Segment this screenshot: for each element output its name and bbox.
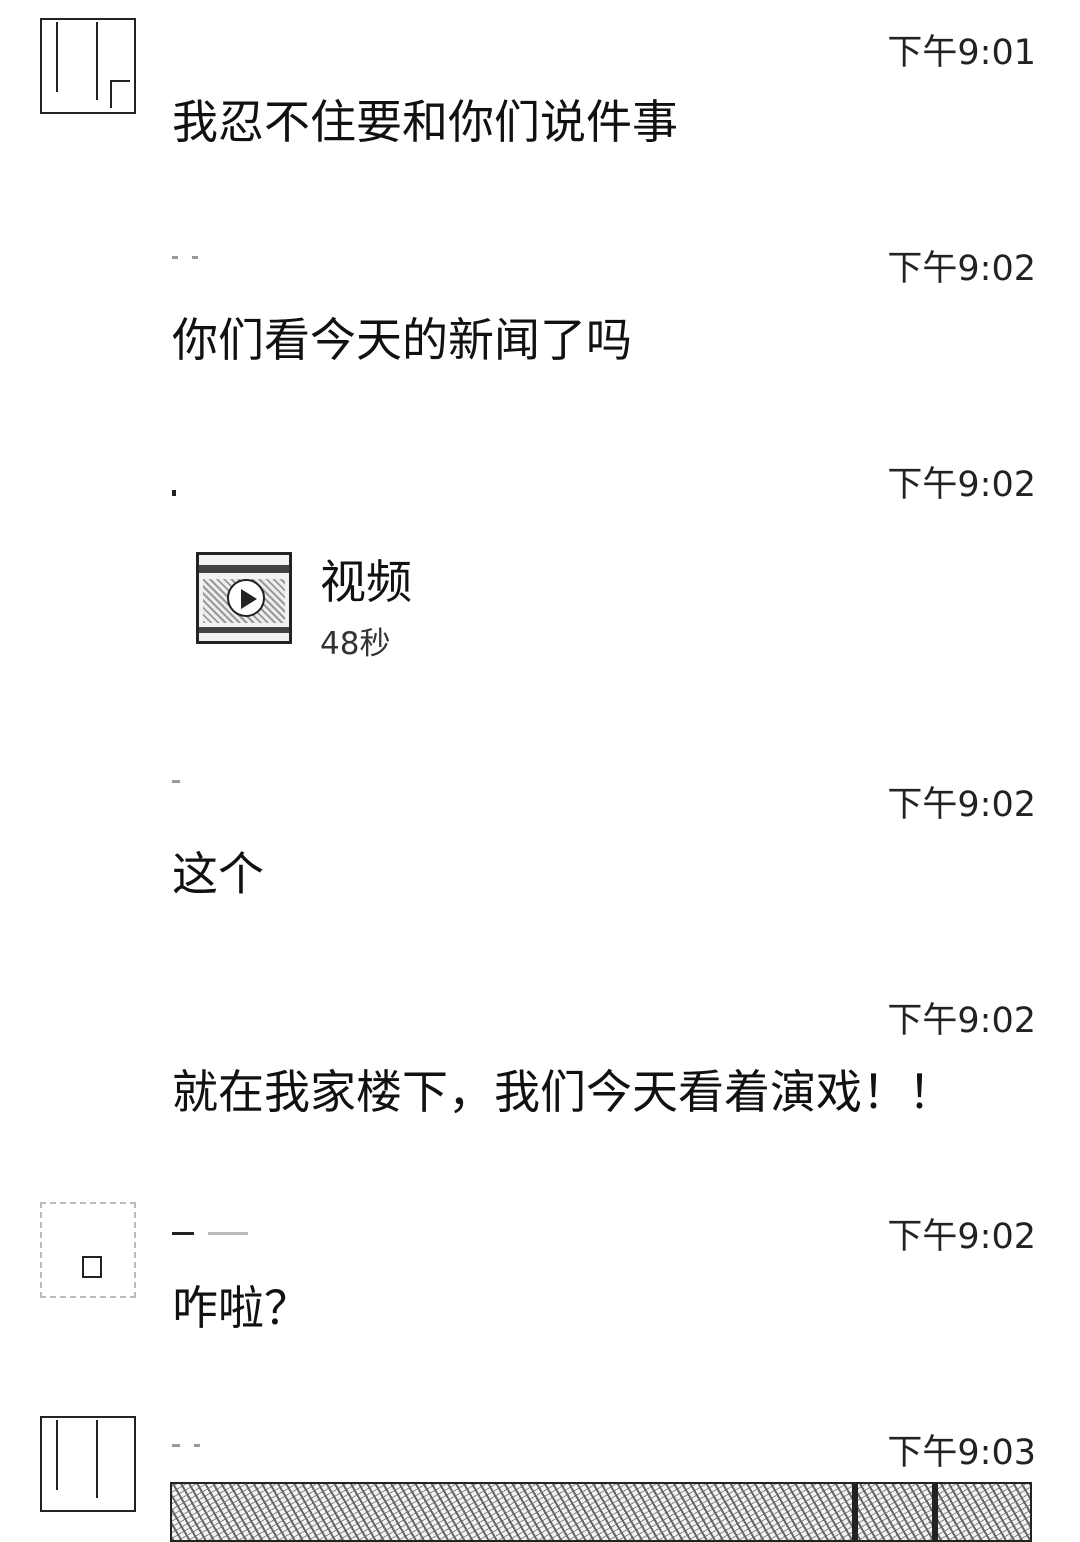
sender-name [172, 256, 282, 260]
video-message[interactable]: 视频 48秒 [196, 552, 516, 662]
sender-name [172, 490, 282, 496]
avatar-stroke [96, 22, 98, 100]
message-time: 下午9:02 [887, 1001, 1036, 1041]
image-detail [932, 1484, 938, 1540]
avatar-stroke [56, 22, 58, 92]
video-duration: 48秒 [320, 626, 391, 662]
message-time: 下午9:02 [887, 465, 1036, 505]
message-time: 下午9:02 [887, 785, 1036, 825]
play-icon[interactable] [227, 579, 265, 617]
video-thumbnail[interactable] [196, 552, 292, 644]
thumbnail-band [199, 565, 289, 573]
thumbnail-band [199, 627, 289, 633]
image-message[interactable] [170, 1482, 1032, 1542]
message-text[interactable]: 咋啦？ [172, 1272, 310, 1338]
message-time: 下午9:01 [887, 33, 1036, 73]
message-time: 下午9:03 [887, 1433, 1036, 1473]
avatar-stroke [110, 80, 130, 108]
message-time: 下午9:02 [887, 249, 1036, 289]
message-text[interactable]: 这个 [172, 838, 264, 904]
sender-name [172, 780, 282, 784]
sender-name [172, 1444, 282, 1448]
avatar-stroke [56, 1420, 58, 1490]
message-text[interactable]: 你们看今天的新闻了吗 [172, 304, 632, 370]
avatar-stroke [96, 1420, 98, 1498]
avatar[interactable] [40, 1416, 136, 1512]
avatar[interactable] [40, 1202, 136, 1298]
sender-name [172, 1232, 282, 1236]
avatar[interactable] [40, 18, 136, 114]
message-text[interactable]: 就在我家楼下，我们今天看着演戏！！ [172, 1056, 954, 1122]
message-time: 下午9:02 [887, 1217, 1036, 1257]
image-detail [852, 1484, 858, 1540]
message-text[interactable]: 我忍不住要和你们说件事 [172, 86, 678, 152]
video-title: 视频 [320, 555, 412, 609]
avatar-stroke [82, 1256, 102, 1278]
